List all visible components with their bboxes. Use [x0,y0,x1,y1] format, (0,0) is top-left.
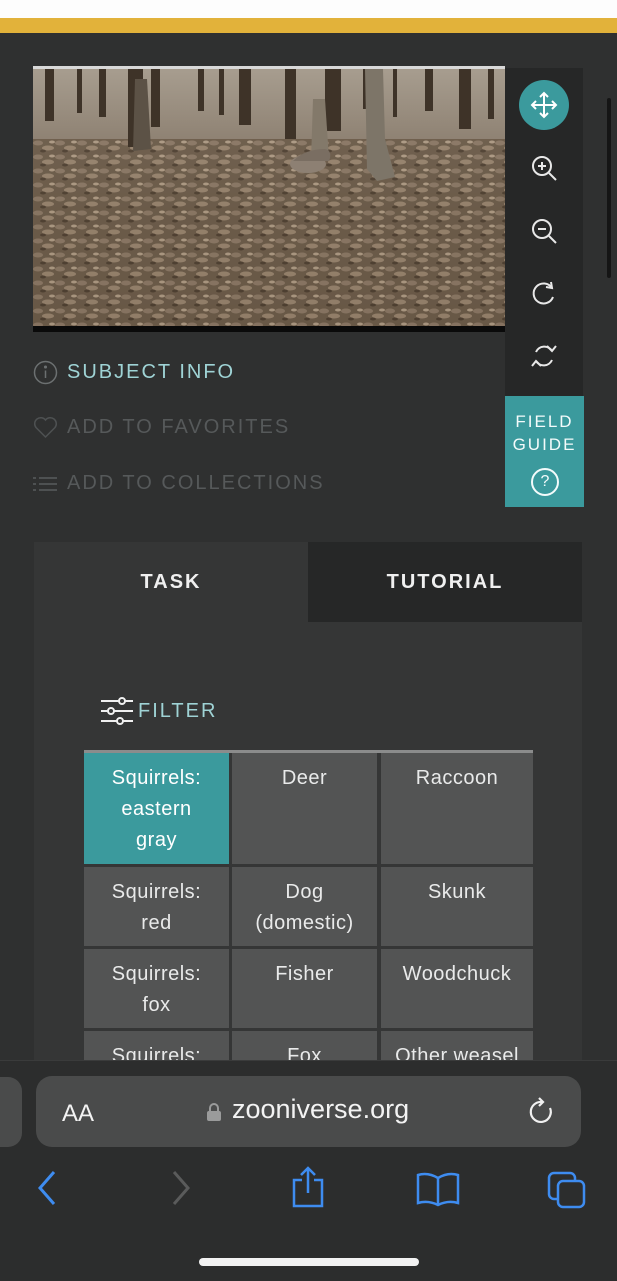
choice-label-line: Squirrels: [111,767,202,789]
site-header-bar [0,18,617,33]
browser-toolbar: AA zooniverse.org [0,1060,617,1281]
choice-label-line: fox [142,994,171,1016]
choice-deer[interactable]: Deer [232,753,377,864]
previous-tab-preview[interactable] [0,1077,22,1147]
choice-woodchuck[interactable]: Woodchuck [381,949,533,1028]
subject-info-label: SUBJECT INFO [67,361,236,383]
tab-task-label: TASK [140,570,202,593]
back-icon[interactable] [36,1169,58,1207]
choice-squirrels-eastern-gray[interactable]: Squirrels: eastern gray [84,753,229,864]
filter-button[interactable]: FILTER [100,696,217,726]
reload-icon[interactable] [528,1096,556,1126]
move-icon [530,91,558,119]
home-indicator [199,1258,419,1266]
add-to-favorites-label: ADD TO FAVORITES [67,416,291,438]
choice-label-line: Squirrels: [111,881,202,903]
choice-label-line: Skunk [427,881,487,903]
add-to-collections-label: ADD TO COLLECTIONS [67,472,325,494]
sliders-icon [101,697,133,725]
tab-tutorial-label: TUTORIAL [386,570,504,593]
choice-squirrels-fox[interactable]: Squirrels: fox [84,949,229,1028]
tabs-icon[interactable] [547,1171,587,1209]
page-scrollbar[interactable] [607,98,611,278]
reader-options-button[interactable]: AA [62,1100,94,1128]
address-bar[interactable]: AA zooniverse.org [36,1076,581,1147]
reset-button[interactable] [519,331,569,381]
choice-label-line: (domestic) [255,912,354,934]
rotate-button[interactable] [519,268,569,318]
choice-label-line: Squirrels: [111,963,202,985]
subject-info-link[interactable]: SUBJECT INFO [33,360,235,385]
image-toolbar [505,68,583,396]
choice-label-line: Dog [285,881,324,903]
filter-label: FILTER [138,699,218,722]
list-icon [33,476,57,491]
choice-label-line: eastern [121,798,192,820]
trail-camera-photo [33,69,505,332]
info-icon [33,360,58,385]
add-to-collections-link[interactable]: ADD TO COLLECTIONS [33,472,325,495]
subject-image[interactable] [33,66,505,332]
forward-icon[interactable] [170,1169,192,1207]
task-panel: TASK TUTORIAL FILTER Squirrels: eastern gr… [34,542,582,1110]
field-guide-label: FIELD GUIDE [512,412,577,454]
choice-skunk[interactable]: Skunk [381,867,533,946]
zoom-out-icon [532,219,557,244]
zoom-in-button[interactable] [519,143,569,193]
choice-raccoon[interactable]: Raccoon [381,753,533,864]
choice-dog-domestic[interactable]: Dog (domestic) [232,867,377,946]
choice-label-line: red [141,912,172,934]
bookmarks-icon[interactable] [416,1171,460,1207]
choice-squirrels-red[interactable]: Squirrels: red [84,867,229,946]
field-guide-button[interactable]: FIELD GUIDE ? [505,396,584,507]
top-edge [0,0,617,18]
help-icon: ? [531,468,559,496]
choice-label-line: gray [136,829,177,851]
url-text: zooniverse.org [232,1094,410,1124]
rotate-icon [532,281,554,305]
choice-label-line: Woodchuck [402,963,512,985]
lock-icon [207,1103,221,1121]
heart-icon [33,416,58,439]
reset-icon [531,345,557,367]
zoom-in-icon [532,156,557,181]
choice-label-line: Raccoon [415,767,499,789]
tab-task[interactable]: TASK [34,542,308,622]
choice-fisher[interactable]: Fisher [232,949,377,1028]
move-button[interactable] [519,80,569,130]
zoom-out-button[interactable] [519,206,569,256]
tab-tutorial[interactable]: TUTORIAL [308,542,582,622]
reader-options-label: AA [62,1100,95,1127]
add-to-favorites-link[interactable]: ADD TO FAVORITES [33,416,290,439]
share-icon[interactable] [290,1165,326,1209]
choice-label-line: Fisher [275,963,334,985]
choice-label-line: Deer [281,767,328,789]
